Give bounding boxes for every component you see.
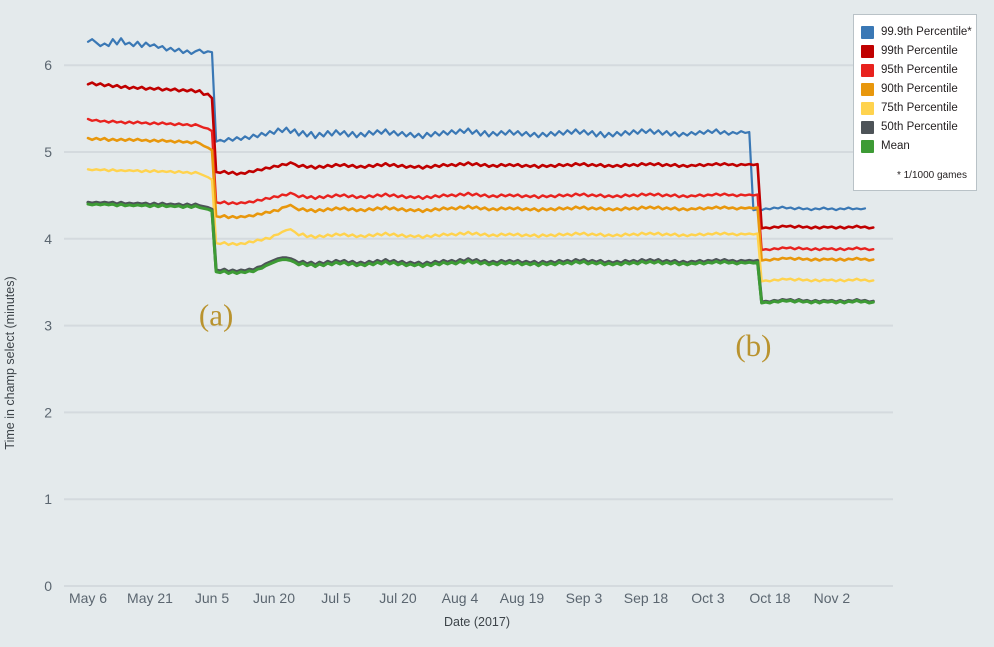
- x-tick-label: Jun 5: [195, 590, 229, 606]
- line-chart: 0 1 2 3 4 5 6 May 6 May 21 Jun 5 Jun 20 Jul 5 Jul 2…: [3, 37, 893, 629]
- legend-footnote: * 1/1000 games: [896, 170, 967, 181]
- legend-color-swatch: [861, 83, 874, 96]
- y-axis-title: Time in champ select (minutes): [3, 276, 17, 449]
- legend-item-label: 50th Percentile: [881, 120, 958, 133]
- x-tick-label: May 6: [69, 590, 107, 606]
- x-tick-label: Jul 20: [379, 590, 417, 606]
- x-tick-label: Sep 3: [566, 590, 603, 606]
- legend-item-label: 99th Percentile: [881, 44, 958, 57]
- legend-color-swatch: [861, 64, 874, 77]
- x-tick-label: Nov 2: [814, 590, 851, 606]
- legend-item-label: 95th Percentile: [881, 63, 958, 76]
- legend-color-swatch: [861, 26, 874, 39]
- x-tick-label: Jul 5: [321, 590, 351, 606]
- series-line: [86, 37, 867, 212]
- series-line: [86, 136, 875, 262]
- y-tick-label: 3: [44, 318, 52, 334]
- x-axis-tick-labels: May 6 May 21 Jun 5 Jun 20 Jul 5 Jul 20 Aug 4 Au…: [69, 590, 850, 606]
- legend: 99.9th Percentile* 99th Percentile 95th Pe…: [853, 14, 977, 191]
- y-tick-label: 4: [44, 231, 52, 247]
- y-tick-label: 0: [44, 578, 52, 594]
- x-tick-label: Jun 20: [253, 590, 295, 606]
- y-tick-label: 6: [44, 57, 52, 73]
- series-line: [86, 202, 875, 305]
- legend-color-swatch: [861, 102, 874, 115]
- legend-item-label: 99.9th Percentile*: [881, 25, 972, 38]
- legend-item-label: 90th Percentile: [881, 82, 958, 95]
- legend-item-label: Mean: [881, 139, 910, 152]
- x-tick-label: Aug 19: [500, 590, 545, 606]
- legend-item[interactable]: 95th Percentile: [861, 61, 976, 80]
- legend-items: 99.9th Percentile* 99th Percentile 95th Pe…: [854, 15, 976, 156]
- x-tick-label: Aug 4: [442, 590, 479, 606]
- x-tick-label: Oct 18: [749, 590, 790, 606]
- legend-color-swatch: [861, 140, 874, 153]
- legend-item[interactable]: 99th Percentile: [861, 42, 976, 61]
- x-tick-label: Sep 18: [624, 590, 669, 606]
- series-line: [86, 117, 875, 252]
- chart-annotations: (a) (b): [199, 298, 772, 363]
- y-tick-label: 2: [44, 404, 52, 420]
- series-line: [86, 200, 875, 304]
- legend-item[interactable]: 99.9th Percentile*: [861, 23, 976, 42]
- legend-item[interactable]: 50th Percentile: [861, 118, 976, 137]
- chart-container: 0 1 2 3 4 5 6 May 6 May 21 Jun 5 Jun 20 Jul 5 Jul 2…: [0, 0, 994, 647]
- series-lines: [86, 37, 875, 305]
- legend-color-swatch: [861, 45, 874, 58]
- annotation-label: (a): [199, 298, 233, 333]
- legend-item[interactable]: 90th Percentile: [861, 80, 976, 99]
- legend-color-swatch: [861, 121, 874, 134]
- x-tick-label: Oct 3: [691, 590, 725, 606]
- legend-item[interactable]: 75th Percentile: [861, 99, 976, 118]
- x-axis-title: Date (2017): [444, 615, 510, 629]
- annotation-label: (b): [735, 328, 771, 363]
- x-tick-label: May 21: [127, 590, 173, 606]
- y-axis-tick-labels: 0 1 2 3 4 5 6: [44, 57, 52, 594]
- legend-item[interactable]: Mean: [861, 137, 976, 156]
- y-tick-label: 5: [44, 144, 52, 160]
- y-tick-label: 1: [44, 491, 52, 507]
- legend-item-label: 75th Percentile: [881, 101, 958, 114]
